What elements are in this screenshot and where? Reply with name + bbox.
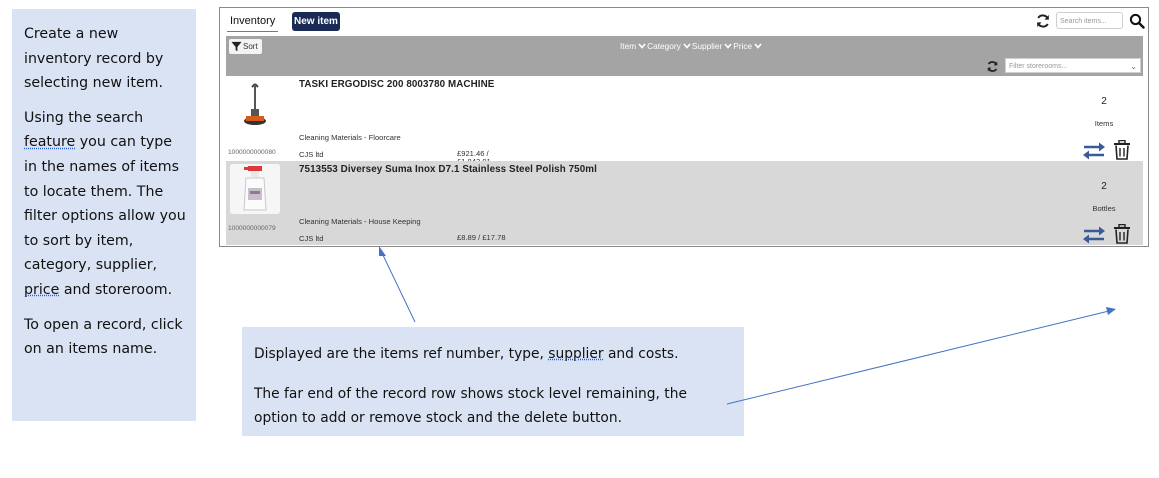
filter-supplier-label: Supplier: [691, 41, 723, 51]
filter-options: Item Category Supplier Price: [620, 41, 762, 51]
arrow-to-row-end: [726, 310, 1110, 405]
filter-price[interactable]: Price: [733, 41, 762, 51]
new-item-button[interactable]: New item: [292, 12, 340, 31]
chevron-down-icon: ⌄: [1130, 62, 1137, 71]
storeroom-filter-placeholder: Filter storerooms...: [1009, 63, 1068, 70]
trash-icon[interactable]: [1113, 224, 1131, 244]
bottom-callout: Displayed are the items ref number, type…: [242, 327, 744, 436]
stock-unit: Bottles: [1092, 204, 1116, 213]
callout-search-text-start: Using the search: [24, 109, 144, 126]
sort-button[interactable]: Sort: [229, 39, 262, 54]
callout-displayed-text: Displayed are the items ref number, type…: [254, 342, 734, 366]
transfer-stock-icon[interactable]: [1082, 226, 1106, 244]
callout-open-record-text: To open a record, click on an items name…: [24, 316, 183, 358]
filter-item[interactable]: Item: [620, 41, 646, 51]
item-supplier: CJS ltd: [299, 234, 324, 243]
inventory-app-window: Inventory New item Search items... Sort …: [219, 7, 1149, 247]
table-row[interactable]: 1000000000080 TASKI ERGODISC 200 8003780…: [226, 76, 1143, 166]
arrowhead-row-details: [379, 246, 386, 256]
item-supplier: CJS ltd: [299, 150, 324, 159]
item-image: [230, 79, 280, 129]
chevron-down-icon: [683, 43, 691, 49]
filter-supplier[interactable]: Supplier: [692, 41, 732, 51]
filter-item-label: Item: [620, 41, 637, 51]
stock-quantity: 2: [1101, 96, 1107, 107]
search-icon[interactable]: [1129, 13, 1145, 29]
storeroom-filter-select[interactable]: Filter storerooms... ⌄: [1005, 58, 1141, 73]
callout-search-text-middle: you can type in the names of items to lo…: [24, 134, 186, 274]
chevron-down-icon: [754, 43, 762, 49]
item-category: Cleaning Materials - House Keeping: [299, 217, 421, 226]
filter-price-label: Price: [733, 41, 753, 51]
filter-category-label: Category: [647, 41, 681, 51]
top-bar: Inventory New item Search items...: [220, 8, 1148, 36]
filter-bar: Sort Item Category Supplier Price Filter…: [226, 36, 1143, 76]
item-cost: £8.89 / £17.78: [457, 234, 506, 242]
callout-displayed-text-end: and costs.: [603, 346, 679, 362]
chevron-down-icon: [638, 43, 646, 49]
filter-icon: [231, 41, 242, 52]
chevron-down-icon: [724, 43, 732, 49]
table-row[interactable]: 1000000000079 7513553 Diversey Suma Inox…: [226, 161, 1143, 245]
trash-icon[interactable]: [1113, 140, 1131, 160]
storeroom-refresh-icon[interactable]: [986, 60, 999, 73]
item-ref-number: 1000000000079: [228, 225, 276, 232]
item-category: Cleaning Materials - Floorcare: [299, 133, 401, 142]
callout-search-text: Using the search feature you can type in…: [24, 106, 188, 303]
transfer-stock-icon[interactable]: [1082, 142, 1106, 160]
callout-search-text-end: and storeroom.: [59, 281, 173, 298]
callout-supplier-word: supplier: [548, 346, 604, 362]
search-input[interactable]: Search items...: [1056, 12, 1123, 29]
item-ref-number: 1000000000080: [228, 149, 276, 156]
callout-price-word: price: [24, 281, 60, 298]
callout-new-item-text: Create a new inventory record by selecti…: [24, 26, 164, 92]
item-image: [230, 164, 280, 214]
callout-feature-word: feature: [24, 134, 76, 151]
sort-label: Sort: [243, 42, 258, 51]
callout-row-end-text: The far end of the record row shows stoc…: [254, 386, 687, 426]
tab-inventory[interactable]: Inventory: [227, 12, 279, 32]
stock-quantity: 2: [1101, 181, 1107, 192]
item-name-link[interactable]: TASKI ERGODISC 200 8003780 MACHINE: [299, 79, 494, 90]
filter-category[interactable]: Category: [647, 41, 691, 51]
arrow-to-row-details: [381, 252, 416, 323]
item-cost-unit: £8.89 / £17.78: [457, 233, 506, 242]
arrowhead-row-end: [1106, 307, 1116, 315]
left-callout: Create a new inventory record by selecti…: [12, 9, 196, 421]
item-name-link[interactable]: 7513553 Diversey Suma Inox D7.1 Stainles…: [299, 164, 597, 175]
stock-unit: Items: [1094, 119, 1114, 128]
refresh-icon[interactable]: [1035, 13, 1051, 29]
callout-displayed-text-start: Displayed are the items ref number, type…: [254, 346, 549, 362]
